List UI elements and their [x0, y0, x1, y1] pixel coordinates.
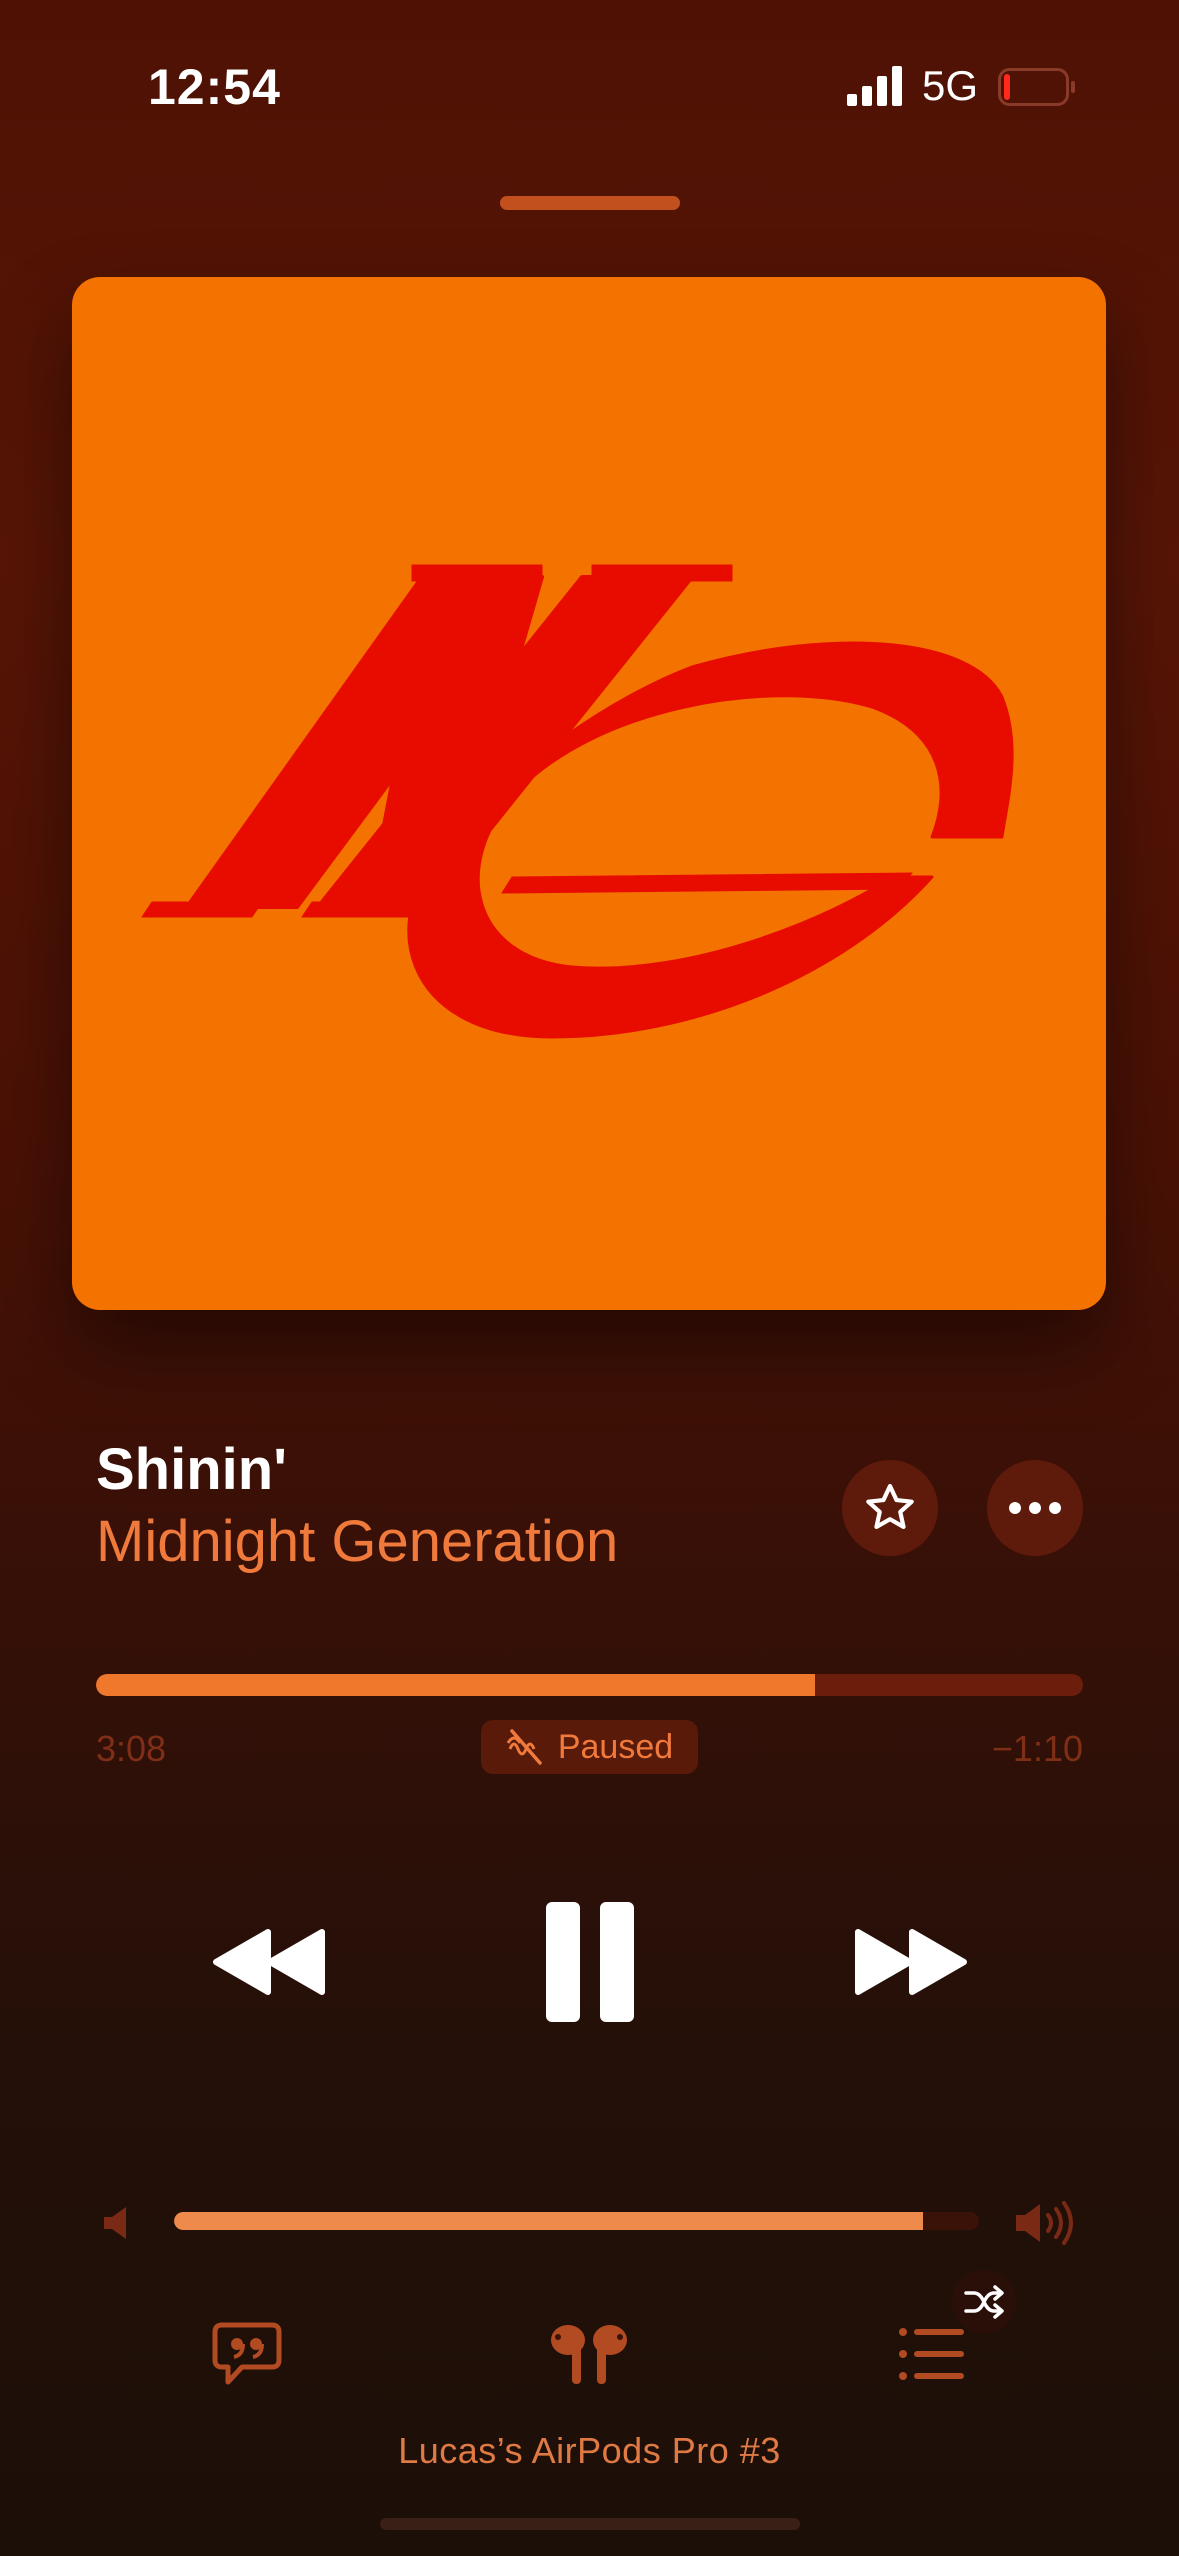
progress-slider[interactable] — [96, 1674, 1083, 1696]
album-artwork — [72, 277, 1106, 1310]
shuffle-icon — [964, 2285, 1004, 2319]
network-type: 5G — [922, 62, 979, 109]
queue-button[interactable] — [898, 2326, 966, 2382]
airpods-icon — [551, 2325, 627, 2384]
lossless-paused-icon — [506, 1729, 542, 1765]
track-artist[interactable]: Midnight Generation — [96, 1508, 618, 1575]
lyrics-button[interactable] — [212, 2322, 282, 2386]
pause-icon — [546, 1902, 634, 2022]
ellipsis-icon — [1009, 1502, 1061, 1514]
elapsed-time: 3:08 — [96, 1728, 167, 1769]
quote-bubble-icon — [212, 2322, 282, 2385]
next-button[interactable] — [840, 1912, 980, 2012]
battery-icon — [998, 68, 1075, 106]
volume-high-icon — [1016, 2201, 1073, 2245]
pause-button[interactable] — [530, 1892, 650, 2032]
shuffle-badge[interactable] — [952, 2270, 1016, 2334]
star-icon — [866, 1483, 914, 1529]
signal-icon — [847, 66, 902, 106]
playback-status-label: Paused — [557, 1727, 674, 1766]
artwork-monogram — [141, 564, 1014, 1039]
forward-icon — [855, 1929, 967, 1995]
playback-status-badge[interactable]: Paused — [481, 1720, 698, 1774]
sheet-grabber[interactable] — [500, 196, 680, 210]
favorite-button[interactable] — [842, 1460, 938, 1556]
home-indicator[interactable] — [380, 2518, 800, 2530]
list-icon — [899, 2328, 964, 2380]
track-title[interactable]: Shinin' — [96, 1436, 287, 1503]
output-device-name[interactable]: Lucas’s AirPods Pro #3 — [0, 2430, 1179, 2472]
remaining-time: −1:10 — [991, 1728, 1083, 1769]
progress-fill — [96, 1674, 815, 1696]
backward-icon — [213, 1929, 325, 1995]
volume-fill — [174, 2212, 923, 2230]
volume-slider[interactable] — [174, 2212, 979, 2230]
audio-route-button[interactable] — [544, 2322, 634, 2386]
volume-low-icon — [104, 2207, 126, 2239]
status-time: 12:54 — [148, 59, 281, 115]
battery-level — [1004, 74, 1010, 100]
previous-button[interactable] — [200, 1912, 340, 2012]
more-button[interactable] — [987, 1460, 1083, 1556]
